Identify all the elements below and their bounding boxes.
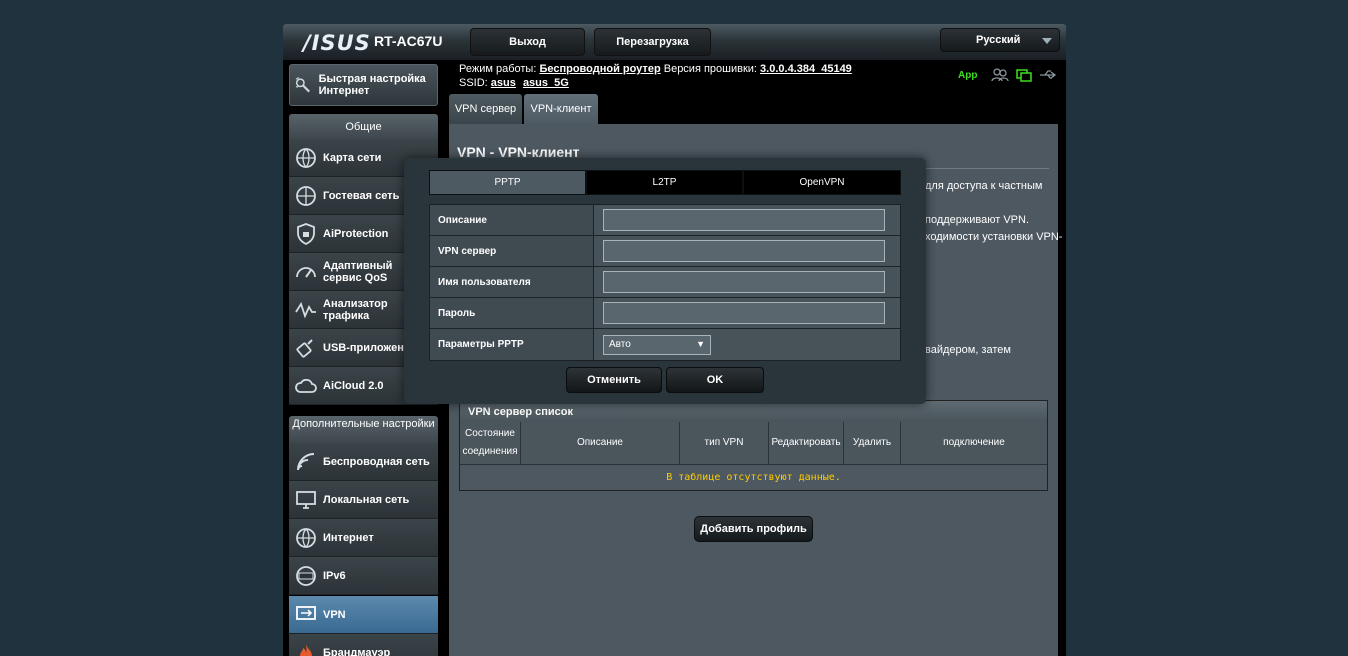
profile-form: Описание VPN сервер Имя пользователя Пар…: [429, 204, 901, 361]
traffic-graph-icon: [295, 301, 316, 318]
form-row: VPN сервер: [430, 236, 900, 267]
username-input[interactable]: [603, 271, 885, 293]
description-label: Описание: [430, 205, 594, 235]
ssid-label: SSID:: [459, 77, 488, 89]
language-select[interactable]: Русский: [940, 28, 1060, 52]
fire-icon: [300, 643, 312, 656]
ssid-link-24[interactable]: asus: [491, 77, 516, 89]
username-label: Имя пользователя: [430, 267, 594, 297]
globe-icon: [296, 147, 316, 168]
sidebar-item-wireless[interactable]: Беспроводная сеть: [289, 443, 438, 481]
description-line-1: для доступа к частным: [925, 180, 1043, 192]
vpn-monitor-icon: [296, 605, 316, 620]
wifi-icon: [297, 452, 315, 470]
sidebar-item-firewall[interactable]: Брандмауэр: [289, 634, 438, 656]
add-profile-button[interactable]: Добавить профиль: [694, 516, 813, 542]
wizard-icon: [295, 77, 310, 93]
cancel-button[interactable]: Отменить: [566, 367, 662, 393]
network-status-icon[interactable]: [1015, 68, 1033, 82]
column-header: Описание: [521, 422, 680, 464]
sidebar-item-lan[interactable]: Локальная сеть: [289, 481, 438, 519]
description-input[interactable]: [603, 209, 885, 231]
sidebar-item-internet[interactable]: Интернет: [289, 519, 438, 557]
firmware-label: Версия прошивки:: [663, 63, 757, 75]
sidebar-item-ipv6[interactable]: IPv6: [289, 557, 438, 595]
op-mode-label: Режим работы:: [459, 63, 537, 75]
table-header-row: Состояние соединения Описание тип VPN Ре…: [460, 422, 1047, 464]
password-label: Пароль: [430, 298, 594, 328]
sidebar-item-label: IPv6: [323, 569, 346, 582]
column-header: тип VPN: [680, 422, 769, 464]
globe-icon: [296, 185, 316, 206]
sidebar-item-label: AiProtection: [323, 227, 389, 240]
pptp-options-select[interactable]: Авто ▼: [603, 334, 711, 355]
tab-openvpn[interactable]: OpenVPN: [743, 170, 901, 195]
table-caption: VPN сервер список: [460, 401, 1047, 422]
logout-button[interactable]: Выход: [470, 28, 585, 56]
router-model: RT-AC67U: [374, 33, 443, 49]
monitor-icon: [296, 490, 316, 509]
quick-setup-button[interactable]: Быстрая настройка Интернет: [289, 64, 438, 106]
language-label: Русский: [976, 34, 1021, 46]
general-heading: Общие: [289, 114, 438, 139]
description-line-3: ходимости установки VPN-: [925, 231, 1063, 243]
top-banner: /ISUS RT-AC67U Выход Перезагрузка Русски…: [283, 24, 1066, 60]
vpn-profile-dialog: PPTP L2TP OpenVPN Описание VPN сервер Им…: [404, 158, 926, 404]
asus-logo[interactable]: /ISUS: [303, 31, 371, 55]
column-header: подключение: [943, 437, 1005, 448]
op-mode-link[interactable]: Беспроводной роутер: [539, 63, 660, 75]
form-row: Пароль: [430, 298, 900, 329]
tab-vpn-server[interactable]: VPN сервер: [449, 94, 522, 124]
shield-lock-icon: [297, 222, 315, 245]
vpn-server-list-table: VPN сервер список Состояние соединения О…: [459, 400, 1048, 491]
firmware-link[interactable]: 3.0.0.4.384_45149: [760, 63, 852, 75]
ipv6-globe-icon: [296, 565, 316, 586]
quick-setup-label: Быстрая настройка Интернет: [318, 73, 426, 97]
ssid-link-5g[interactable]: asus_5G: [523, 77, 569, 89]
ok-button[interactable]: OK: [666, 367, 764, 393]
form-row: Параметры PPTP Авто ▼: [430, 329, 900, 360]
app-link[interactable]: App: [958, 70, 977, 81]
form-row: Описание: [430, 205, 900, 236]
sidebar-item-label: Карта сети: [323, 151, 382, 164]
cloud-icon: [295, 378, 317, 393]
tab-l2tp[interactable]: L2TP: [586, 170, 743, 195]
pptp-options-label: Параметры PPTP: [430, 329, 594, 360]
column-header: Удалить: [844, 422, 901, 464]
sidebar-item-label: Анализатор трафика: [323, 297, 388, 322]
advanced-heading: Дополнительные настройки: [289, 416, 438, 443]
sidebar-item-label: Гостевая сеть: [323, 189, 400, 202]
description-line-2: поддерживают VPN.: [925, 214, 1030, 226]
sidebar-item-label: Интернет: [323, 531, 374, 544]
status-bar: Режим работы: Беспроводной роутер Версия…: [459, 62, 852, 90]
reboot-button[interactable]: Перезагрузка: [594, 28, 711, 56]
speedometer-icon: [296, 266, 316, 278]
password-input[interactable]: [603, 302, 885, 324]
sidebar-item-label: AiCloud 2.0: [323, 379, 384, 392]
chevron-down-icon: [1042, 38, 1052, 44]
sidebar-item-label: Адаптивный сервис QoS: [323, 259, 393, 284]
globe-icon: [296, 527, 316, 548]
sidebar-item-label: VPN: [323, 608, 346, 621]
status-icons: App: [958, 68, 1057, 82]
usb-status-icon[interactable]: [1039, 68, 1057, 82]
description-line-4: вайдером, затем: [925, 344, 1011, 356]
column-header: Состояние соединения: [460, 422, 521, 464]
clients-icon[interactable]: [991, 68, 1010, 82]
pptp-options-value: Авто: [609, 339, 631, 350]
form-row: Имя пользователя: [430, 267, 900, 298]
sidebar-item-label: Брандмауэр: [323, 646, 391, 656]
sidebar-item-label: Беспроводная сеть: [323, 455, 430, 468]
sidebar-item-label: Локальная сеть: [323, 493, 410, 506]
sidebar-item-vpn[interactable]: VPN: [289, 596, 438, 634]
tab-pptp[interactable]: PPTP: [429, 170, 586, 195]
sidebar-item-label: USB-приложение: [323, 341, 417, 354]
vpn-server-label: VPN сервер: [430, 236, 594, 266]
usb-icon: [296, 338, 313, 358]
table-empty-message: В таблице отсутствуют данные.: [460, 464, 1047, 490]
column-header: Редактировать: [769, 422, 844, 464]
dropdown-arrow-icon: ▼: [696, 338, 705, 349]
vpn-server-input[interactable]: [603, 240, 885, 262]
tab-vpn-client[interactable]: VPN-клиент: [524, 94, 598, 124]
